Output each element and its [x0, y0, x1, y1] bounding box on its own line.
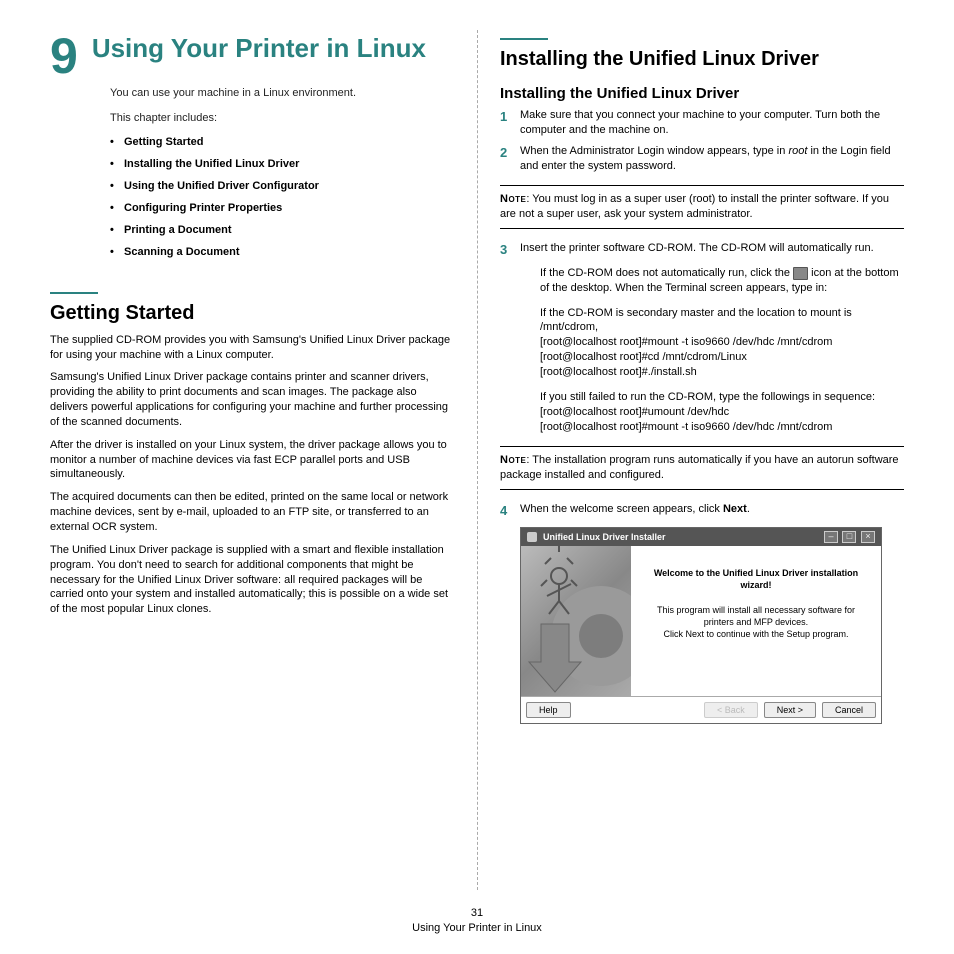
note-label: Note: [500, 193, 526, 205]
step-text: Make sure that you connect your machine …: [520, 109, 880, 136]
step-text: .: [747, 503, 750, 515]
next-literal: Next: [723, 503, 747, 515]
includes-lead: This chapter includes:: [110, 111, 455, 126]
command: [root@localhost root]#umount /dev/hdc: [540, 405, 904, 420]
toc-item: Using the Unified Driver Configurator: [110, 180, 455, 192]
paragraph: After the driver is installed on your Li…: [50, 438, 455, 483]
step-1: 1Make sure that you connect your machine…: [500, 108, 904, 138]
back-button[interactable]: < Back: [704, 702, 758, 718]
paragraph: Samsung's Unified Linux Driver package c…: [50, 370, 455, 429]
install-heading: Installing the Unified Linux Driver: [500, 48, 904, 71]
step-4: 4 When the welcome screen appears, click…: [500, 502, 904, 517]
step-3: 3Insert the printer software CD-ROM. The…: [500, 241, 904, 434]
sub-block: If the CD-ROM is secondary master and th…: [540, 306, 904, 380]
paragraph: The supplied CD-ROM provides you with Sa…: [50, 333, 455, 363]
maximize-icon[interactable]: □: [842, 531, 856, 543]
text: If the CD-ROM is secondary master and th…: [540, 306, 904, 336]
chapter-toc: Getting Started Installing the Unified L…: [110, 136, 455, 258]
sub-block: If the CD-ROM does not automatically run…: [540, 266, 904, 296]
minimize-icon[interactable]: –: [824, 531, 838, 543]
note-text: : The installation program runs automati…: [500, 454, 899, 481]
chapter-number: 9: [50, 36, 78, 76]
toc-item: Installing the Unified Linux Driver: [110, 158, 455, 170]
command: [root@localhost root]#mount -t iso9660 /…: [540, 420, 904, 435]
close-icon[interactable]: ×: [861, 531, 875, 543]
wizard-title-text: Unified Linux Driver Installer: [543, 532, 666, 542]
command: [root@localhost root]#./install.sh: [540, 365, 904, 380]
install-subheading: Installing the Unified Linux Driver: [500, 85, 904, 102]
paragraph: The acquired documents can then be edite…: [50, 490, 455, 535]
footer-label: Using Your Printer in Linux: [0, 921, 954, 936]
terminal-icon: [793, 267, 808, 280]
wizard-welcome: Welcome to the Unified Linux Driver inst…: [643, 568, 869, 591]
wizard-line: This program will install all necessary …: [643, 605, 869, 628]
step-text: When the welcome screen appears, click: [520, 503, 723, 515]
toc-item: Getting Started: [110, 136, 455, 148]
getting-started-heading: Getting Started: [50, 302, 455, 325]
paragraph: The Unified Linux Driver package is supp…: [50, 543, 455, 617]
note-label: Note: [500, 454, 526, 466]
help-button[interactable]: Help: [526, 702, 571, 718]
sub-block: If you still failed to run the CD-ROM, t…: [540, 390, 904, 435]
wizard-footer: Help < Back Next > Cancel: [521, 696, 881, 723]
wizard-main: Welcome to the Unified Linux Driver inst…: [631, 546, 881, 696]
toc-item: Scanning a Document: [110, 246, 455, 258]
step-text: Insert the printer software CD-ROM. The …: [520, 242, 874, 254]
text: If you still failed to run the CD-ROM, t…: [540, 390, 904, 405]
section-rule: [500, 38, 548, 40]
cancel-button[interactable]: Cancel: [822, 702, 876, 718]
step-2: 2 When the Administrator Login window ap…: [500, 144, 904, 174]
next-button[interactable]: Next >: [764, 702, 816, 718]
root-literal: root: [788, 145, 807, 157]
toc-item: Configuring Printer Properties: [110, 202, 455, 214]
text: If the CD-ROM does not automatically run…: [540, 267, 793, 279]
intro-text: You can use your machine in a Linux envi…: [110, 86, 455, 101]
note-text: : You must log in as a super user (root)…: [500, 193, 889, 220]
note-box: Note: You must log in as a super user (r…: [500, 185, 904, 229]
command: [root@localhost root]#cd /mnt/cdrom/Linu…: [540, 350, 904, 365]
step-text: When the Administrator Login window appe…: [520, 145, 788, 157]
page-footer: 31 Using Your Printer in Linux: [0, 906, 954, 936]
toc-item: Printing a Document: [110, 224, 455, 236]
section-rule: [50, 292, 98, 294]
wizard-app-icon: [527, 532, 537, 542]
installer-wizard: Unified Linux Driver Installer – □ ×: [520, 527, 882, 724]
wizard-line: Click Next to continue with the Setup pr…: [643, 629, 869, 641]
note-box: Note: The installation program runs auto…: [500, 446, 904, 490]
page-number: 31: [0, 906, 954, 921]
wizard-titlebar: Unified Linux Driver Installer – □ ×: [521, 528, 881, 546]
chapter-heading: 9 Using Your Printer in Linux: [50, 34, 455, 76]
chapter-title: Using Your Printer in Linux: [92, 34, 426, 64]
command: [root@localhost root]#mount -t iso9660 /…: [540, 335, 904, 350]
wizard-sidebar-graphic: [521, 546, 631, 696]
wizard-graphic-svg: [521, 546, 631, 696]
